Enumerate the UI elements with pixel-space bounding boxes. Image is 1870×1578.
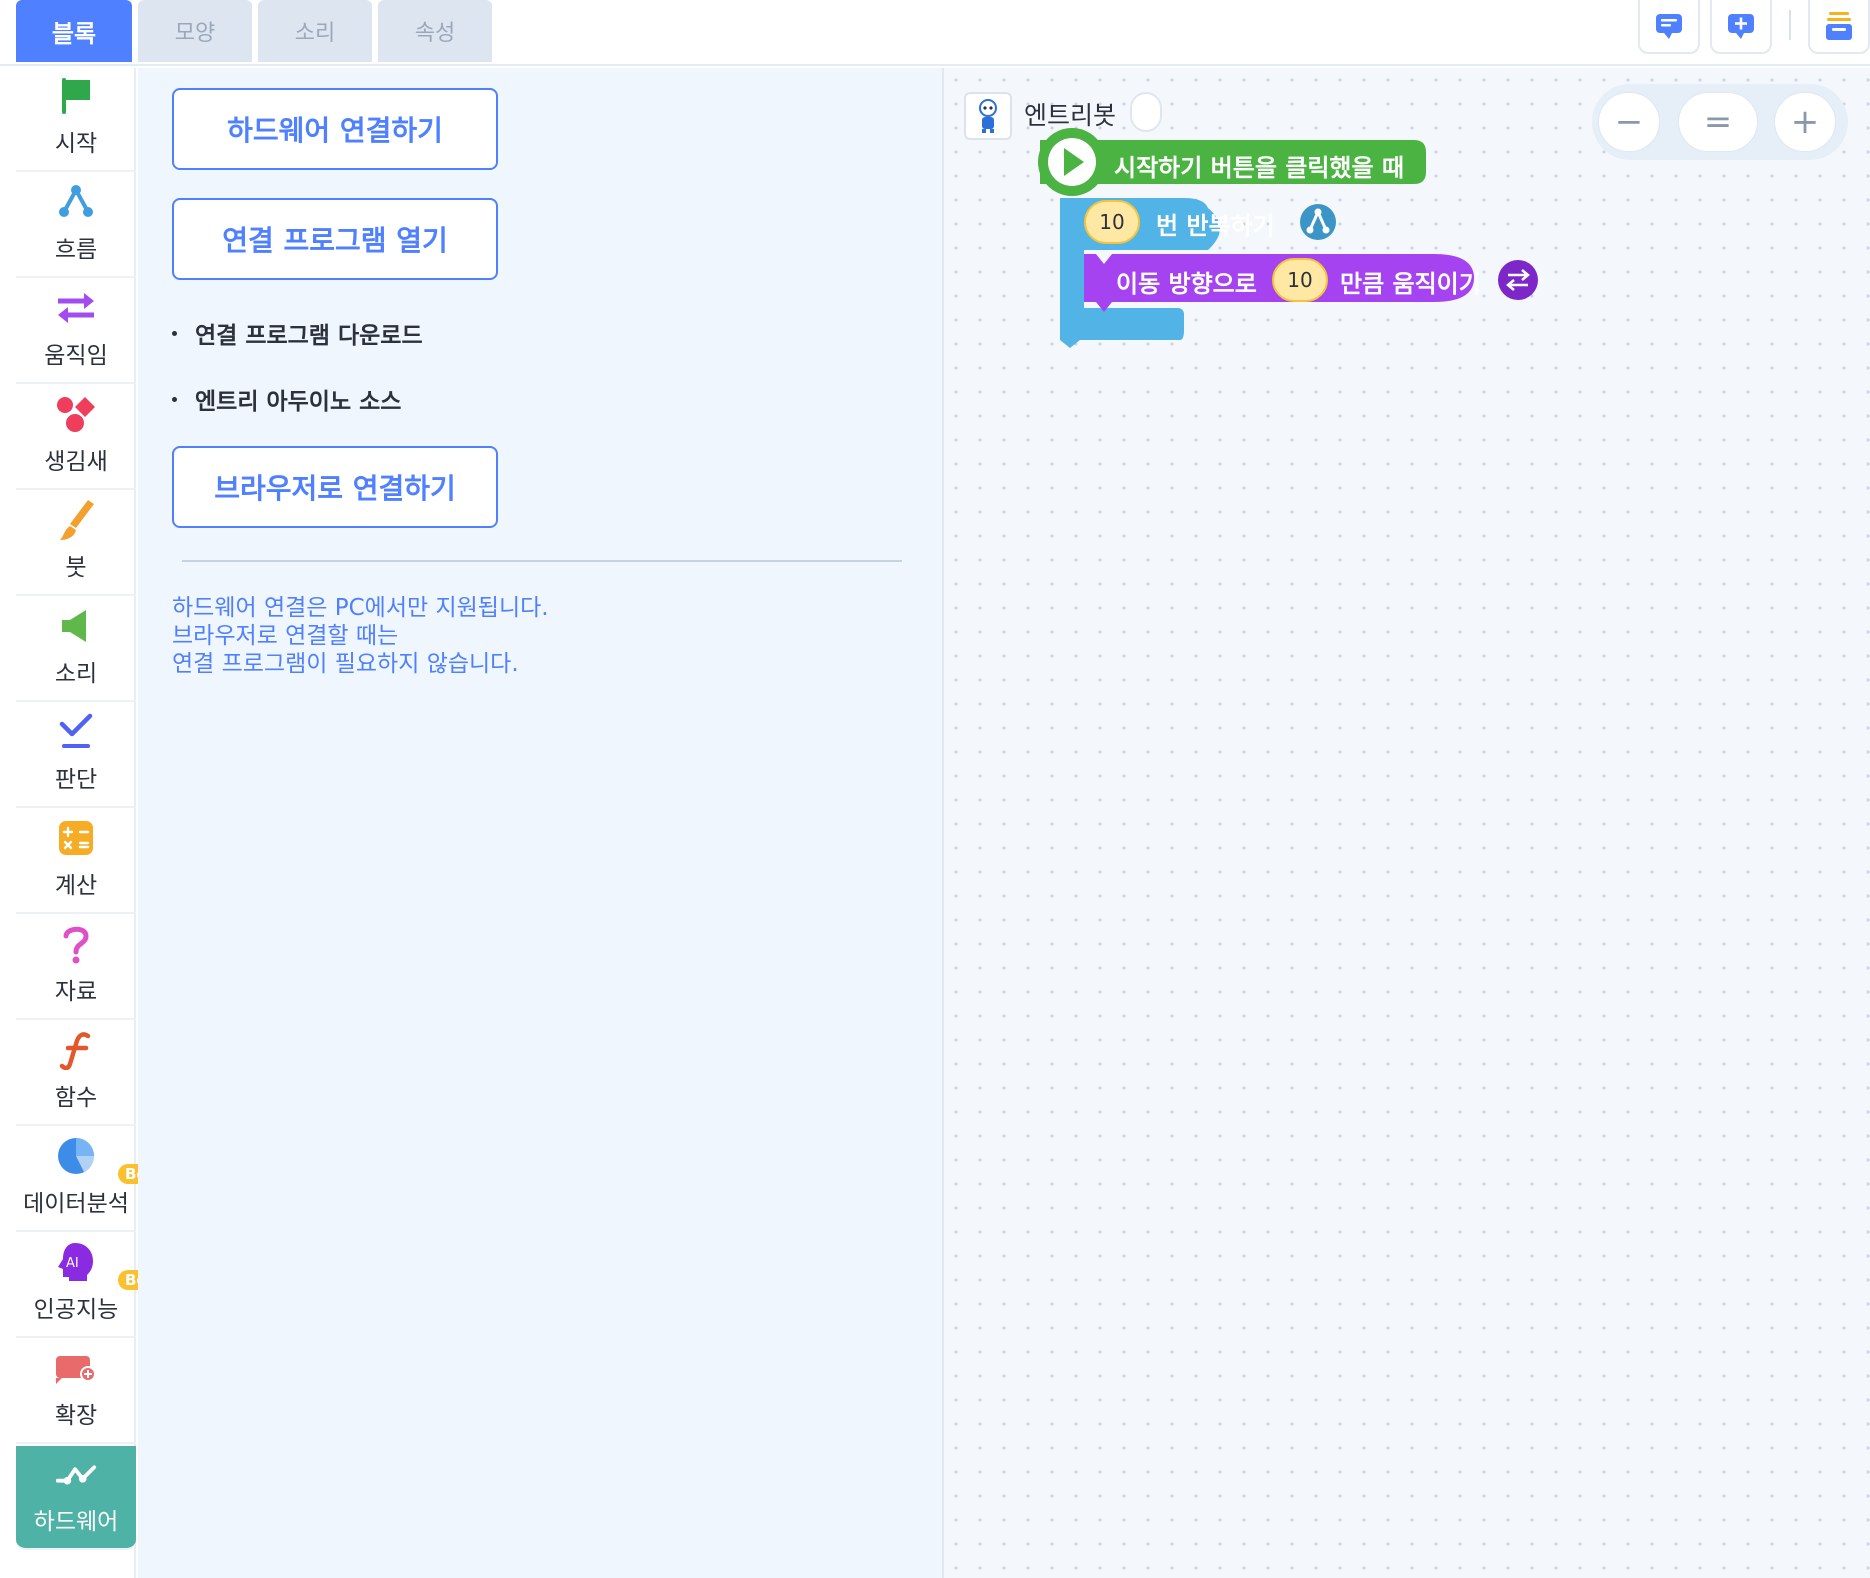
function-icon bbox=[54, 1028, 98, 1072]
category-hardware[interactable]: 하드웨어 bbox=[16, 1446, 136, 1550]
category-ai[interactable]: AI Beta 인공지능 bbox=[16, 1234, 171, 1338]
category-start[interactable]: 시작 bbox=[16, 68, 136, 172]
download-program-link[interactable]: 연결 프로그램 다운로드 bbox=[172, 316, 423, 350]
repeat-count-input[interactable]: 10 bbox=[1084, 200, 1140, 244]
category-label: 붓 bbox=[65, 555, 87, 581]
category-data-analysis[interactable]: Beta 데이터분석 bbox=[16, 1128, 171, 1232]
pie-chart-icon: Beta bbox=[54, 1134, 171, 1184]
bullet bbox=[172, 396, 177, 402]
note-line: 연결 프로그램이 필요하지 않습니다. bbox=[172, 651, 519, 677]
calculator-icon bbox=[54, 816, 98, 860]
download-program-label: 연결 프로그램 다운로드 bbox=[195, 323, 423, 349]
category-label: 움직임 bbox=[44, 343, 108, 369]
category-label: 시작 bbox=[54, 131, 98, 157]
category-sound[interactable]: 소리 bbox=[16, 598, 136, 702]
code-workspace[interactable]: 엔트리봇 − = + 시작하기 버튼을 클릭했을 때 10 번 반복하기 이동 … bbox=[944, 68, 1870, 1578]
arrows-icon bbox=[54, 286, 98, 330]
arduino-source-link[interactable]: 엔트리 아두이노 소스 bbox=[172, 382, 401, 416]
add-comment-button[interactable] bbox=[1710, 0, 1772, 54]
hardware-icon bbox=[54, 1452, 98, 1496]
category-label: 흐름 bbox=[54, 237, 98, 263]
category-label: 자료 bbox=[54, 979, 98, 1005]
flow-icon bbox=[54, 180, 98, 224]
category-label: 데이터분석 bbox=[23, 1191, 129, 1217]
tab-sound[interactable]: 소리 bbox=[258, 0, 372, 62]
browser-connect-button[interactable]: 브라우저로 연결하기 bbox=[172, 446, 498, 528]
top-tab-bar: 블록 모양 소리 속성 bbox=[0, 0, 1870, 66]
category-label: 판단 bbox=[54, 767, 98, 793]
move-block-prefix: 이동 방향으로 bbox=[1116, 270, 1257, 298]
arduino-source-label: 엔트리 아두이노 소스 bbox=[195, 389, 402, 415]
check-icon bbox=[54, 710, 98, 754]
block-menu-panel: 하드웨어 연결하기 연결 프로그램 열기 연결 프로그램 다운로드 엔트리 아두… bbox=[138, 68, 944, 1578]
category-calc[interactable]: 계산 bbox=[16, 810, 136, 914]
category-motion[interactable]: 움직임 bbox=[16, 280, 136, 384]
category-label: 소리 bbox=[54, 661, 98, 687]
extension-icon bbox=[54, 1346, 98, 1390]
category-function[interactable]: 함수 bbox=[16, 1022, 136, 1126]
note-line: 하드웨어 연결은 PC에서만 지원됩니다. bbox=[172, 595, 549, 621]
comment-list-button[interactable] bbox=[1638, 0, 1700, 54]
move-distance-input[interactable]: 10 bbox=[1272, 258, 1328, 302]
backpack-button[interactable] bbox=[1808, 0, 1870, 54]
flag-icon bbox=[54, 74, 98, 118]
comment-list-icon bbox=[1656, 14, 1682, 39]
svg-text:AI: AI bbox=[66, 1256, 79, 1271]
start-block-label: 시작하기 버튼을 클릭했을 때 bbox=[1114, 154, 1405, 182]
category-data[interactable]: 자료 bbox=[16, 916, 136, 1020]
note-line: 브라우저로 연결할 때는 bbox=[172, 623, 399, 649]
panel-divider bbox=[182, 560, 902, 562]
category-sidebar: 시작 흐름 움직임 생김새 붓 소리 판단 계산 자료 함수 데이터분석 AI … bbox=[16, 68, 171, 1578]
connect-hardware-button[interactable]: 하드웨어 연결하기 bbox=[172, 88, 498, 170]
tab-shapes[interactable]: 모양 bbox=[138, 0, 252, 62]
category-flow[interactable]: 흐름 bbox=[16, 174, 136, 278]
category-label: 함수 bbox=[54, 1085, 98, 1111]
backpack-icon bbox=[1826, 12, 1852, 40]
block-stack-shapes bbox=[1038, 128, 1538, 348]
category-brush[interactable]: 붓 bbox=[16, 492, 136, 596]
hardware-note: 하드웨어 연결은 PC에서만 지원됩니다. 브라우저로 연결할 때는 연결 프로… bbox=[172, 594, 732, 678]
toolbar-separator bbox=[1789, 10, 1791, 40]
add-comment-icon bbox=[1728, 14, 1754, 39]
shapes-icon bbox=[54, 392, 98, 436]
category-label: 확장 bbox=[54, 1403, 98, 1429]
tab-blocks[interactable]: 블록 bbox=[16, 0, 132, 62]
open-connection-program-button[interactable]: 연결 프로그램 열기 bbox=[172, 198, 498, 280]
bullet bbox=[172, 330, 177, 336]
category-label: 하드웨어 bbox=[33, 1509, 119, 1535]
move-block-suffix: 만큼 움직이기 bbox=[1340, 270, 1481, 298]
category-label: 인공지능 bbox=[33, 1297, 119, 1323]
brush-icon bbox=[54, 498, 98, 542]
category-label: 생김새 bbox=[44, 449, 108, 475]
category-judgement[interactable]: 판단 bbox=[16, 704, 136, 808]
repeat-block-label: 번 반복하기 bbox=[1156, 212, 1275, 240]
ai-head-icon: AI Beta bbox=[54, 1240, 171, 1290]
tab-properties[interactable]: 속성 bbox=[378, 0, 492, 62]
category-extension[interactable]: 확장 bbox=[16, 1340, 136, 1444]
category-looks[interactable]: 생김새 bbox=[16, 386, 136, 490]
speaker-icon bbox=[54, 604, 98, 648]
category-label: 계산 bbox=[54, 873, 98, 899]
question-icon bbox=[54, 922, 98, 966]
